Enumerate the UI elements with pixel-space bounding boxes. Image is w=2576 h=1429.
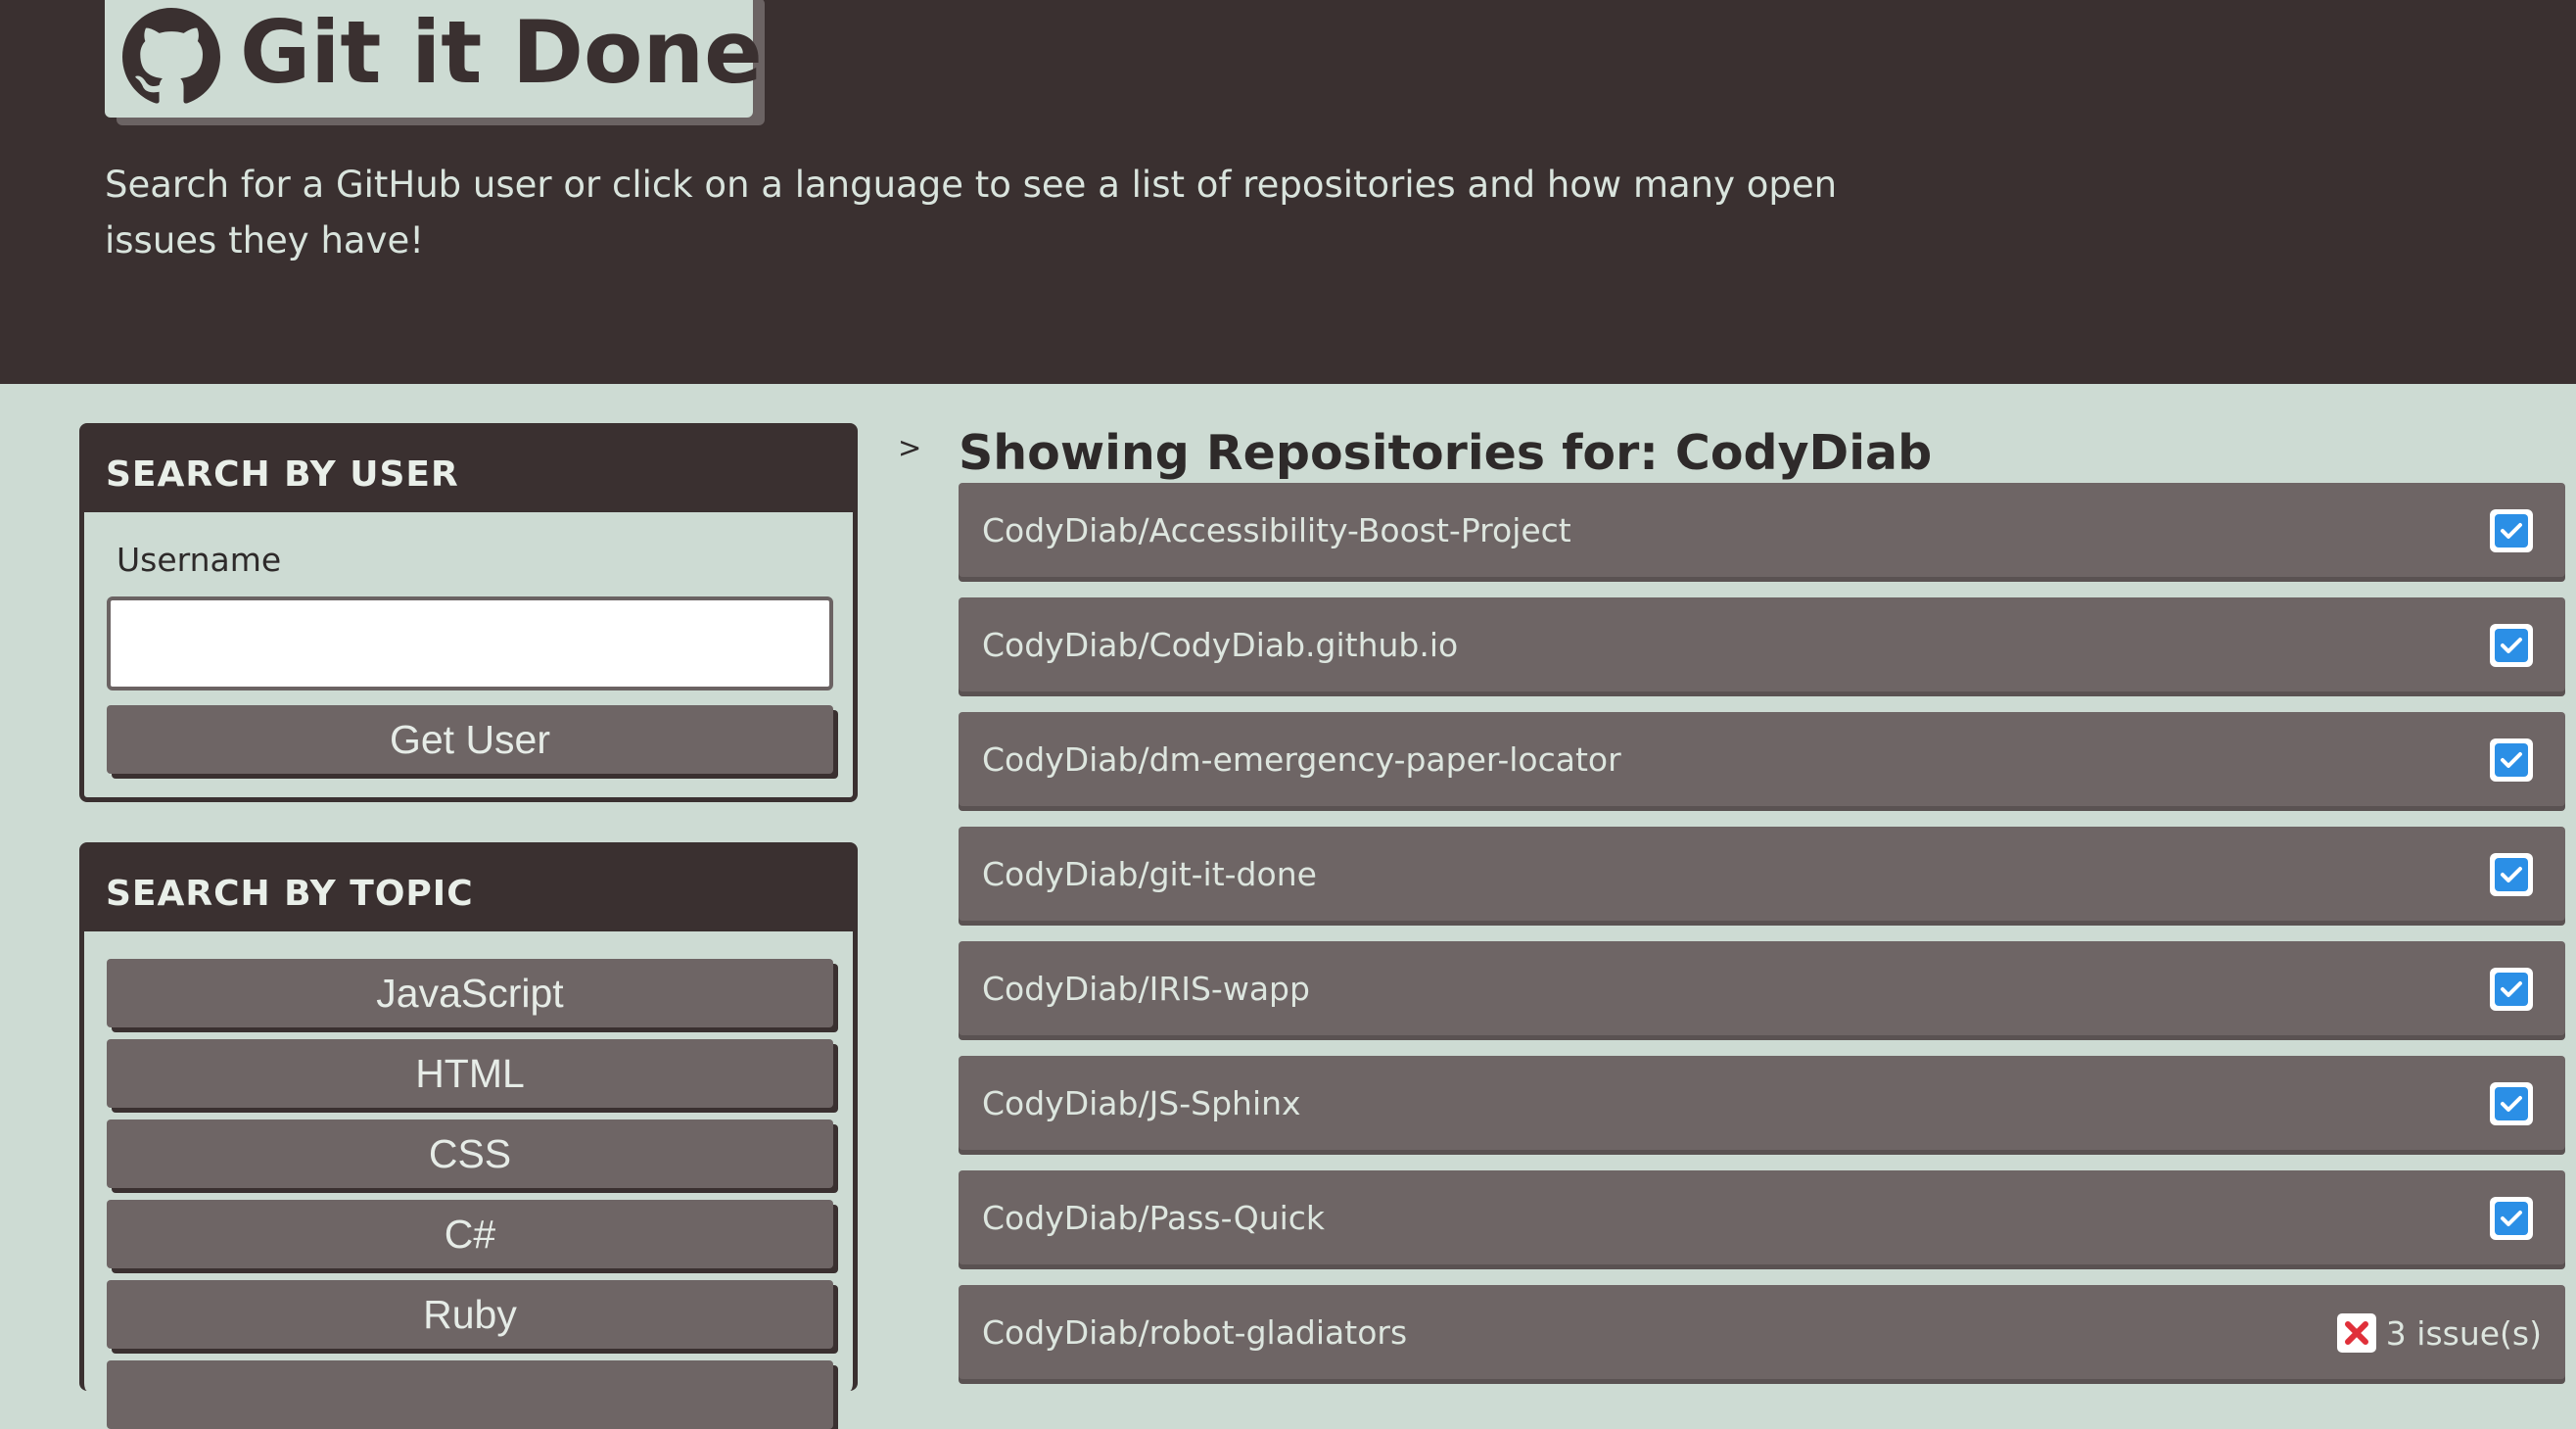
- user-search-heading: SEARCH BY USER: [84, 428, 853, 512]
- issue-count-label: 3 issue(s): [2385, 1313, 2542, 1353]
- language-button-csharp[interactable]: C#: [107, 1200, 833, 1268]
- issue-count: 3 issue(s): [2336, 1285, 2542, 1381]
- repo-name: CodyDiab/Accessibility-Boost-Project: [982, 511, 1571, 549]
- repo-name: CodyDiab/CodyDiab.github.io: [982, 626, 1459, 664]
- repo-name: CodyDiab/robot-gladiators: [982, 1313, 1408, 1352]
- repo-item[interactable]: CodyDiab/IRIS-wapp: [959, 941, 2565, 1035]
- page-subtitle: Search for a GitHub user or click on a l…: [105, 164, 1838, 262]
- check-square-icon: [2490, 509, 2533, 552]
- check-square-icon: [2490, 738, 2533, 782]
- topic-search-card: SEARCH BY TOPIC JavaScript HTML CSS C# R…: [79, 842, 858, 1429]
- logo: Git it Done!: [105, 0, 802, 118]
- check-square-icon: [2490, 968, 2533, 1011]
- repo-name: CodyDiab/dm-emergency-paper-locator: [982, 740, 1621, 779]
- language-button-html[interactable]: HTML: [107, 1039, 833, 1108]
- check-square-icon: [2490, 1197, 2533, 1240]
- chevron-right-icon[interactable]: >: [898, 431, 921, 464]
- page-header: Git it Done! Search for a GitHub user or…: [0, 0, 2576, 384]
- repo-name: CodyDiab/git-it-done: [982, 855, 1317, 893]
- repo-item[interactable]: CodyDiab/robot-gladiators 3 issue(s): [959, 1285, 2565, 1379]
- language-button-javascript[interactable]: JavaScript: [107, 959, 833, 1027]
- repo-name: CodyDiab/Pass-Quick: [982, 1199, 1326, 1237]
- repo-item[interactable]: CodyDiab/JS-Sphinx: [959, 1056, 2565, 1150]
- repo-name: CodyDiab/IRIS-wapp: [982, 970, 1310, 1008]
- x-square-icon: [2336, 1313, 2376, 1353]
- language-button-partial[interactable]: [107, 1360, 833, 1429]
- github-octocat-icon: [122, 8, 220, 104]
- repo-item[interactable]: CodyDiab/Pass-Quick: [959, 1170, 2565, 1264]
- repo-item[interactable]: CodyDiab/dm-emergency-paper-locator: [959, 712, 2565, 806]
- username-label: Username: [117, 541, 282, 579]
- username-input[interactable]: [107, 596, 833, 691]
- results-title: Showing Repositories for: CodyDiab: [959, 425, 1933, 481]
- repo-name: CodyDiab/JS-Sphinx: [982, 1084, 1301, 1122]
- repo-item[interactable]: CodyDiab/git-it-done: [959, 827, 2565, 921]
- user-search-card: SEARCH BY USER Username Get User: [79, 423, 858, 802]
- get-user-button[interactable]: Get User: [107, 705, 833, 774]
- topic-search-heading: SEARCH BY TOPIC: [84, 847, 853, 931]
- repo-item[interactable]: CodyDiab/Accessibility-Boost-Project: [959, 483, 2565, 577]
- repo-item[interactable]: CodyDiab/CodyDiab.github.io: [959, 597, 2565, 691]
- language-button-ruby[interactable]: Ruby: [107, 1280, 833, 1349]
- app-title: Git it Done!: [240, 2, 802, 103]
- check-square-icon: [2490, 853, 2533, 896]
- language-button-css[interactable]: CSS: [107, 1119, 833, 1188]
- check-square-icon: [2490, 1082, 2533, 1125]
- check-square-icon: [2490, 624, 2533, 667]
